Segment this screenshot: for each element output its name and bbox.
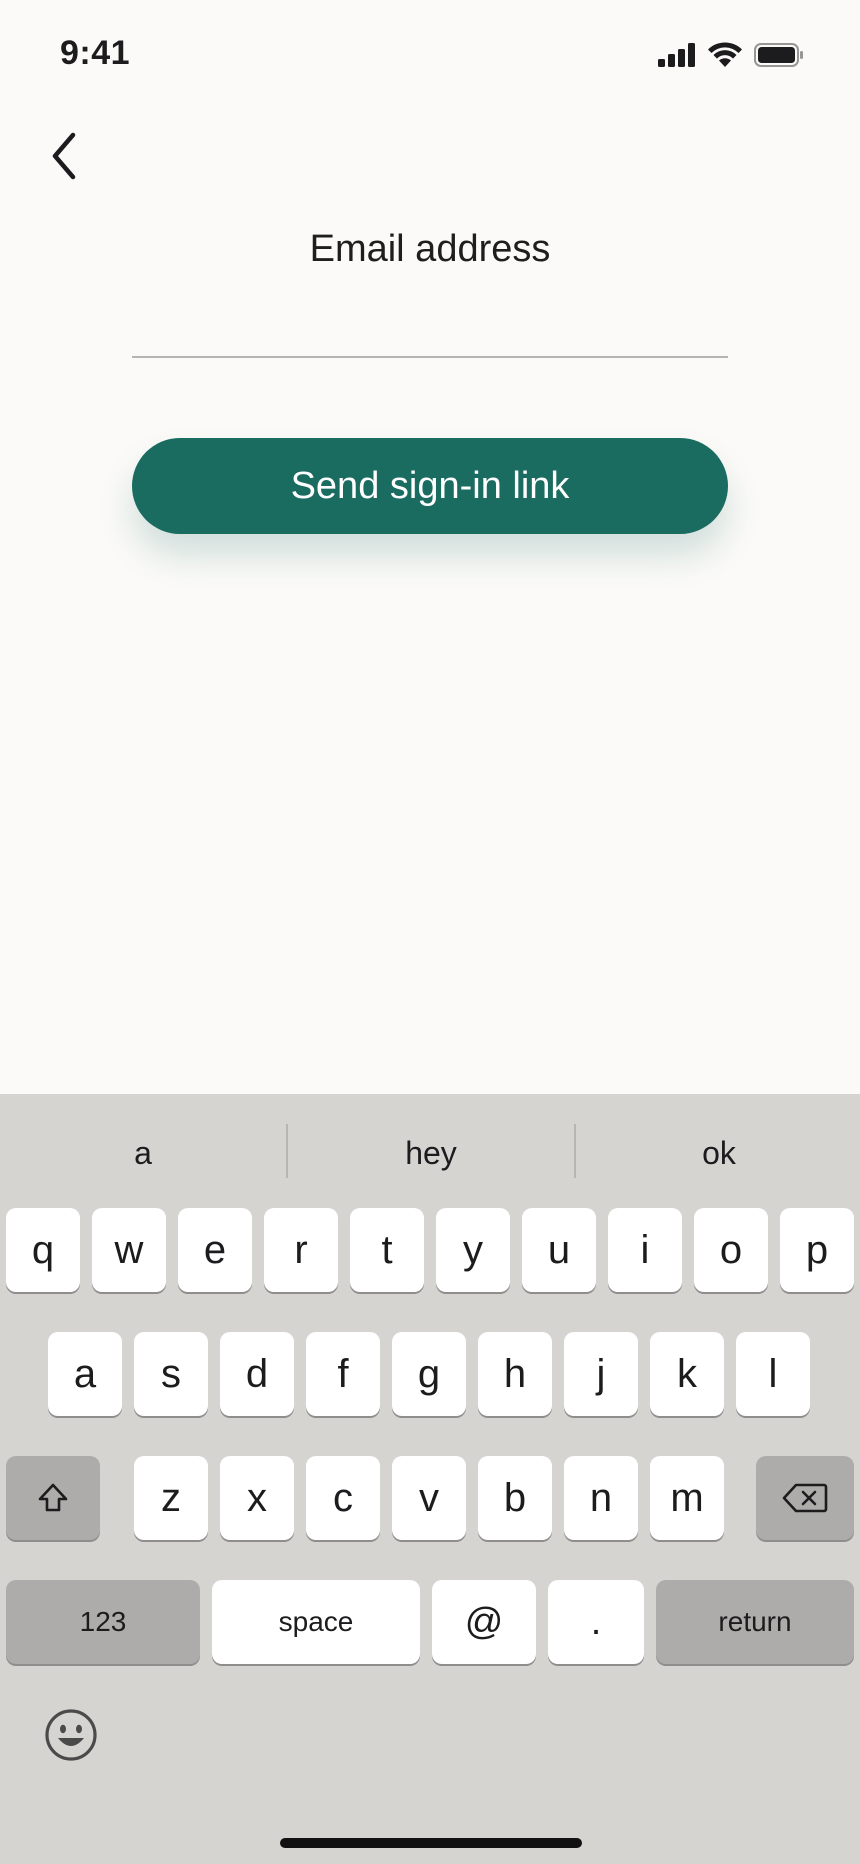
key-y[interactable]: y: [436, 1208, 510, 1292]
key-s[interactable]: s: [134, 1332, 208, 1416]
status-bar: 9:41: [0, 0, 860, 110]
key-d[interactable]: d: [220, 1332, 294, 1416]
backspace-key[interactable]: [756, 1456, 854, 1540]
home-indicator: [280, 1838, 582, 1848]
key-g[interactable]: g: [392, 1332, 466, 1416]
key-l[interactable]: l: [736, 1332, 810, 1416]
status-icons: [658, 42, 804, 68]
suggestion-bar: a hey ok: [0, 1094, 860, 1208]
email-label: Email address: [309, 228, 551, 270]
space-key[interactable]: space: [212, 1580, 420, 1664]
key-w[interactable]: w: [92, 1208, 166, 1292]
key-e[interactable]: e: [178, 1208, 252, 1292]
at-key[interactable]: @: [432, 1580, 536, 1664]
key-j[interactable]: j: [564, 1332, 638, 1416]
send-sign-in-link-button[interactable]: Send sign-in link: [132, 438, 728, 534]
key-p[interactable]: p: [780, 1208, 854, 1292]
key-k[interactable]: k: [650, 1332, 724, 1416]
key-f[interactable]: f: [306, 1332, 380, 1416]
key-i[interactable]: i: [608, 1208, 682, 1292]
period-key[interactable]: .: [548, 1580, 644, 1664]
suggestion-item[interactable]: hey: [288, 1124, 574, 1182]
key-t[interactable]: t: [350, 1208, 424, 1292]
emoji-button[interactable]: [44, 1708, 98, 1762]
status-time: 9:41: [60, 34, 131, 72]
key-o[interactable]: o: [694, 1208, 768, 1292]
key-u[interactable]: u: [522, 1208, 596, 1292]
suggestion-item[interactable]: a: [0, 1124, 286, 1182]
key-q[interactable]: q: [6, 1208, 80, 1292]
key-a[interactable]: a: [48, 1332, 122, 1416]
key-n[interactable]: n: [564, 1456, 638, 1540]
numbers-key[interactable]: 123: [6, 1580, 200, 1664]
key-m[interactable]: m: [650, 1456, 724, 1540]
chevron-left-icon: [52, 132, 76, 180]
email-input[interactable]: [132, 296, 728, 358]
return-key[interactable]: return: [656, 1580, 854, 1664]
key-v[interactable]: v: [392, 1456, 466, 1540]
suggestion-item[interactable]: ok: [576, 1124, 860, 1182]
cellular-signal-icon: [658, 43, 695, 67]
wifi-icon: [708, 42, 742, 67]
key-x[interactable]: x: [220, 1456, 294, 1540]
shift-icon: [38, 1483, 68, 1512]
key-h[interactable]: h: [478, 1332, 552, 1416]
back-button[interactable]: [36, 124, 92, 188]
emoji-icon: [45, 1709, 97, 1761]
key-z[interactable]: z: [134, 1456, 208, 1540]
key-b[interactable]: b: [478, 1456, 552, 1540]
backspace-icon: [782, 1483, 828, 1513]
shift-key[interactable]: [6, 1456, 100, 1540]
keyboard: a hey ok q w e r t y u i o p a s d f g h…: [0, 1094, 860, 1864]
battery-icon: [754, 43, 803, 67]
key-r[interactable]: r: [264, 1208, 338, 1292]
key-c[interactable]: c: [306, 1456, 380, 1540]
